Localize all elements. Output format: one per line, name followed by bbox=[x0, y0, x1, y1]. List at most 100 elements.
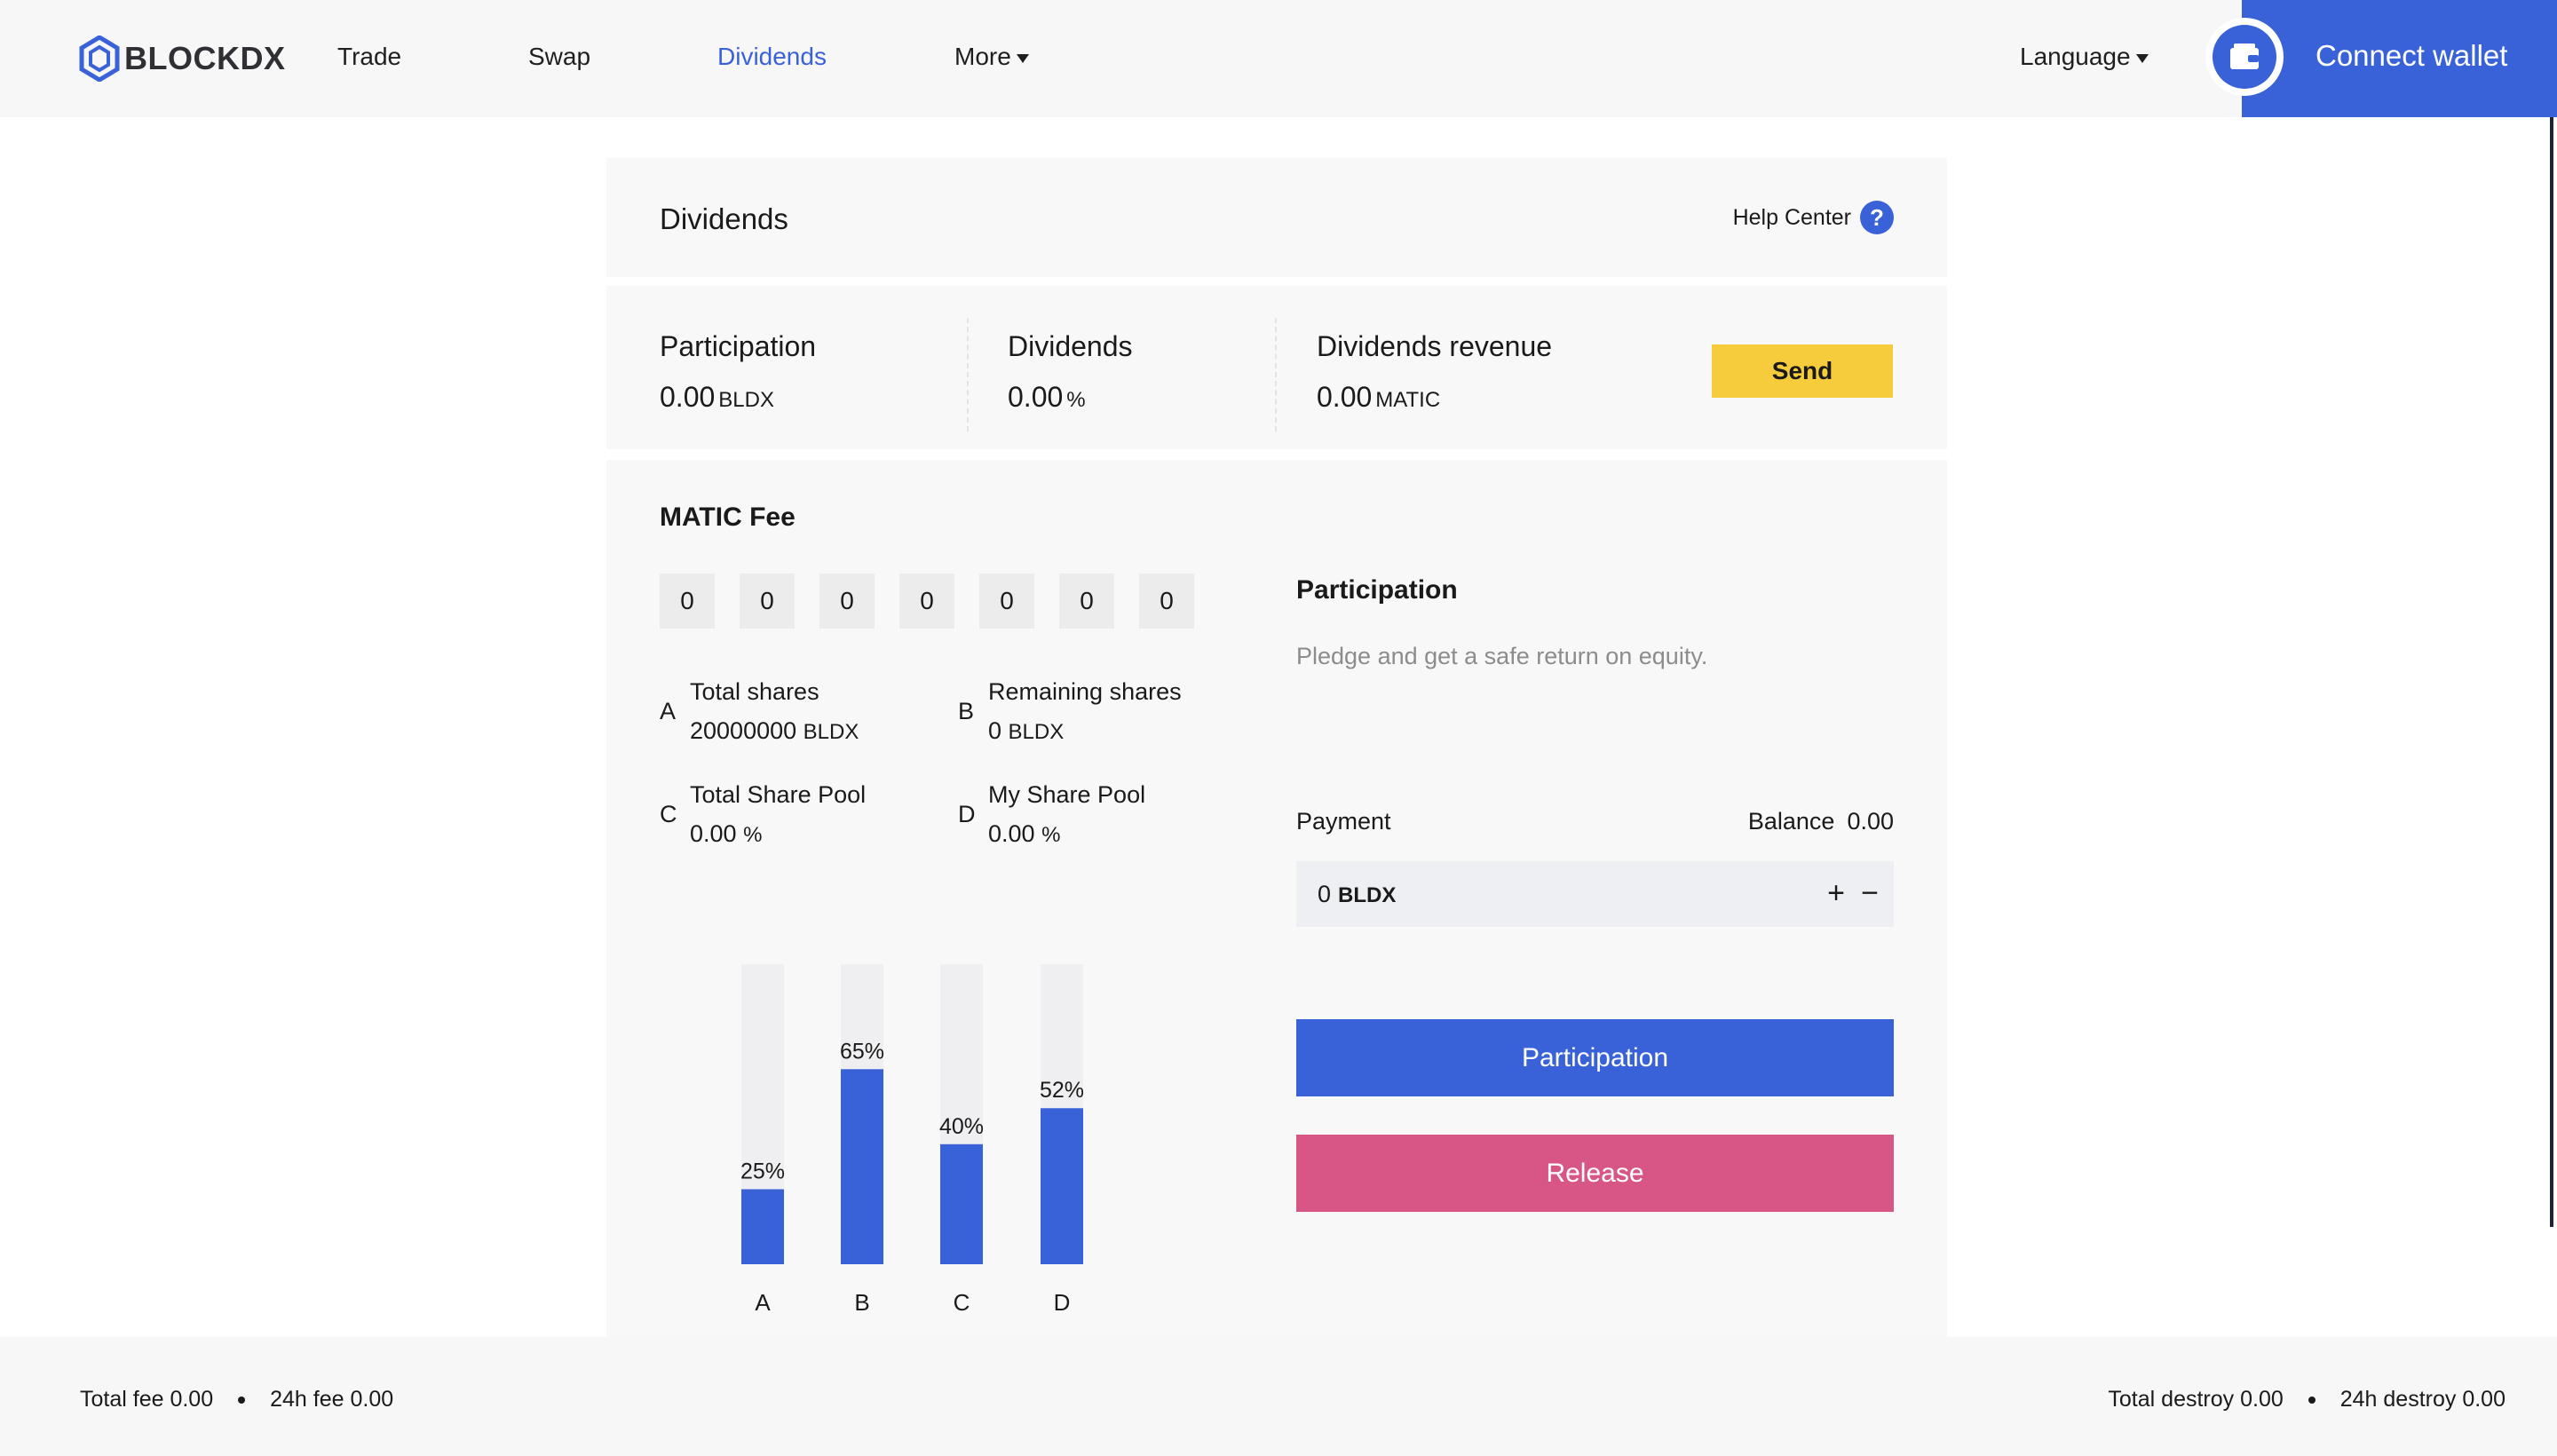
bullet-dot bbox=[238, 1396, 246, 1404]
stat-revenue-number: 0.00 bbox=[1317, 381, 1373, 413]
payment-label: Payment bbox=[1296, 808, 1391, 835]
bar-value-label: 40% bbox=[939, 1114, 984, 1139]
share-unit: BLDX bbox=[1008, 720, 1065, 744]
stat-revenue-value: 0.00 MATIC bbox=[1317, 381, 1552, 414]
payment-amount-unit: BLDX bbox=[1338, 883, 1397, 907]
wallet-badge[interactable] bbox=[2205, 18, 2284, 96]
wallet-icon-circle bbox=[2213, 25, 2276, 89]
stat-participation-unit: BLDX bbox=[718, 388, 774, 412]
share-number: 0.00 bbox=[690, 820, 737, 847]
participation-button[interactable]: Participation bbox=[1296, 1019, 1894, 1096]
stat-revenue: Dividends revenue 0.00 MATIC bbox=[1317, 330, 1552, 414]
stat-participation-label: Participation bbox=[660, 330, 817, 362]
fee-digit: 0 bbox=[1139, 574, 1194, 629]
page-title: Dividends bbox=[660, 202, 788, 235]
fee-digit: 0 bbox=[740, 574, 795, 629]
bar-track bbox=[841, 964, 883, 1264]
bar-track bbox=[741, 964, 784, 1264]
fee-digit: 0 bbox=[660, 574, 715, 629]
stats-panel: Participation 0.00 BLDX Dividends 0.00% D… bbox=[606, 286, 1947, 449]
caret-down-icon bbox=[1016, 53, 1029, 63]
stat-revenue-unit: MATIC bbox=[1375, 388, 1441, 412]
hexagon-logo-icon bbox=[79, 36, 120, 82]
bar-b bbox=[841, 1069, 883, 1264]
stat-dividends-label: Dividends bbox=[1008, 330, 1133, 362]
share-number: 0.00 bbox=[988, 820, 1035, 847]
bar-value-label: 65% bbox=[840, 1039, 884, 1064]
share-number: 0 bbox=[988, 717, 1002, 744]
share-unit: % bbox=[1041, 823, 1061, 847]
bar-value-label: 25% bbox=[740, 1159, 785, 1184]
plus-icon[interactable]: + bbox=[1820, 874, 1852, 913]
x-tick-label: B bbox=[854, 1289, 869, 1316]
stat-dividends: Dividends 0.00% bbox=[1008, 330, 1133, 414]
share-label: My Share Pool bbox=[988, 781, 1146, 808]
fee-digit: 0 bbox=[1059, 574, 1114, 629]
stat-participation-value: 0.00 BLDX bbox=[660, 381, 816, 414]
send-button[interactable]: Send bbox=[1712, 344, 1893, 398]
language-selector[interactable]: Language bbox=[2020, 43, 2149, 71]
share-label: Total shares bbox=[690, 678, 819, 705]
stat-revenue-label: Dividends revenue bbox=[1317, 330, 1553, 362]
divider bbox=[1275, 318, 1277, 431]
help-center-label: Help Center bbox=[1732, 204, 1851, 230]
bar-d bbox=[1041, 1108, 1083, 1264]
footer-bar: Total fee 0.00 24h fee 0.00 Total destro… bbox=[0, 1337, 2557, 1456]
footer-fee-stats: Total fee 0.00 24h fee 0.00 bbox=[80, 1387, 393, 1412]
payment-amount-field[interactable]: 0 BLDX + − bbox=[1296, 861, 1894, 927]
bullet-dot bbox=[2308, 1396, 2316, 1404]
share-letter: B bbox=[958, 698, 975, 724]
nav-dividends[interactable]: Dividends bbox=[717, 43, 827, 71]
share-letter: D bbox=[958, 801, 976, 827]
bar-track bbox=[940, 964, 983, 1264]
fee-digit: 0 bbox=[819, 574, 875, 629]
bar-track bbox=[1041, 964, 1083, 1264]
payment-amount[interactable]: 0 BLDX bbox=[1318, 881, 1396, 908]
fee-digit: 0 bbox=[979, 574, 1034, 629]
share-value: 0 BLDX bbox=[988, 717, 1064, 745]
nav-more[interactable]: More bbox=[954, 43, 1029, 71]
wallet-icon bbox=[2230, 44, 2259, 69]
connect-wallet-button[interactable]: Connect wallet bbox=[2242, 0, 2557, 117]
divider bbox=[967, 318, 969, 431]
participation-description: Pledge and get a safe return on equity. bbox=[1296, 643, 1708, 669]
stat-participation: Participation 0.00 BLDX bbox=[660, 330, 816, 414]
balance: Balance 0.00 bbox=[1748, 808, 1894, 835]
share-label: Total Share Pool bbox=[690, 781, 867, 808]
share-value: 0.00 % bbox=[690, 820, 762, 848]
page-scrollbar[interactable] bbox=[2550, 117, 2553, 1227]
brand-logo[interactable]: BLOCKDX bbox=[78, 36, 286, 82]
stat-dividends-value: 0.00% bbox=[1008, 381, 1133, 414]
share-letter: C bbox=[660, 801, 677, 827]
share-value: 0.00 % bbox=[988, 820, 1060, 848]
fee-24h: 24h fee 0.00 bbox=[270, 1387, 394, 1412]
release-button[interactable]: Release bbox=[1296, 1135, 1894, 1212]
stat-dividends-number: 0.00 bbox=[1008, 381, 1064, 413]
top-nav-bar: BLOCKDX Trade Swap Dividends More Langua… bbox=[0, 0, 2557, 117]
nav-trade[interactable]: Trade bbox=[337, 43, 401, 71]
question-icon: ? bbox=[1860, 201, 1894, 234]
share-label: Remaining shares bbox=[988, 678, 1182, 705]
language-label: Language bbox=[2020, 43, 2131, 70]
payment-amount-value[interactable]: 0 bbox=[1318, 881, 1331, 907]
share-letter: A bbox=[660, 698, 677, 724]
x-tick-label: D bbox=[1054, 1289, 1071, 1316]
footer-destroy-stats: Total destroy 0.00 24h destroy 0.00 bbox=[2108, 1387, 2506, 1412]
bar-c bbox=[940, 1143, 983, 1264]
participation-title: Participation bbox=[1296, 575, 1458, 605]
minus-icon[interactable]: − bbox=[1854, 874, 1886, 913]
share-unit: % bbox=[743, 823, 763, 847]
balance-label: Balance bbox=[1747, 808, 1835, 835]
x-tick-label: A bbox=[755, 1289, 771, 1316]
balance-value: 0.00 bbox=[1847, 808, 1894, 835]
bar-a bbox=[741, 1189, 784, 1264]
share-unit: BLDX bbox=[803, 720, 859, 744]
help-center-link[interactable]: Help Center ? bbox=[1733, 201, 1894, 234]
fee-title: MATIC Fee bbox=[660, 502, 796, 532]
dividends-title-panel: Dividends Help Center ? bbox=[606, 158, 1947, 277]
connect-wallet-label: Connect wallet bbox=[2316, 39, 2508, 72]
total-fee: Total fee 0.00 bbox=[80, 1387, 214, 1412]
stat-participation-number: 0.00 bbox=[660, 381, 716, 413]
nav-swap[interactable]: Swap bbox=[528, 43, 590, 71]
matic-fee-panel: MATIC Fee 0 0 0 0 0 0 0 A Total shares 2… bbox=[606, 460, 1947, 1337]
